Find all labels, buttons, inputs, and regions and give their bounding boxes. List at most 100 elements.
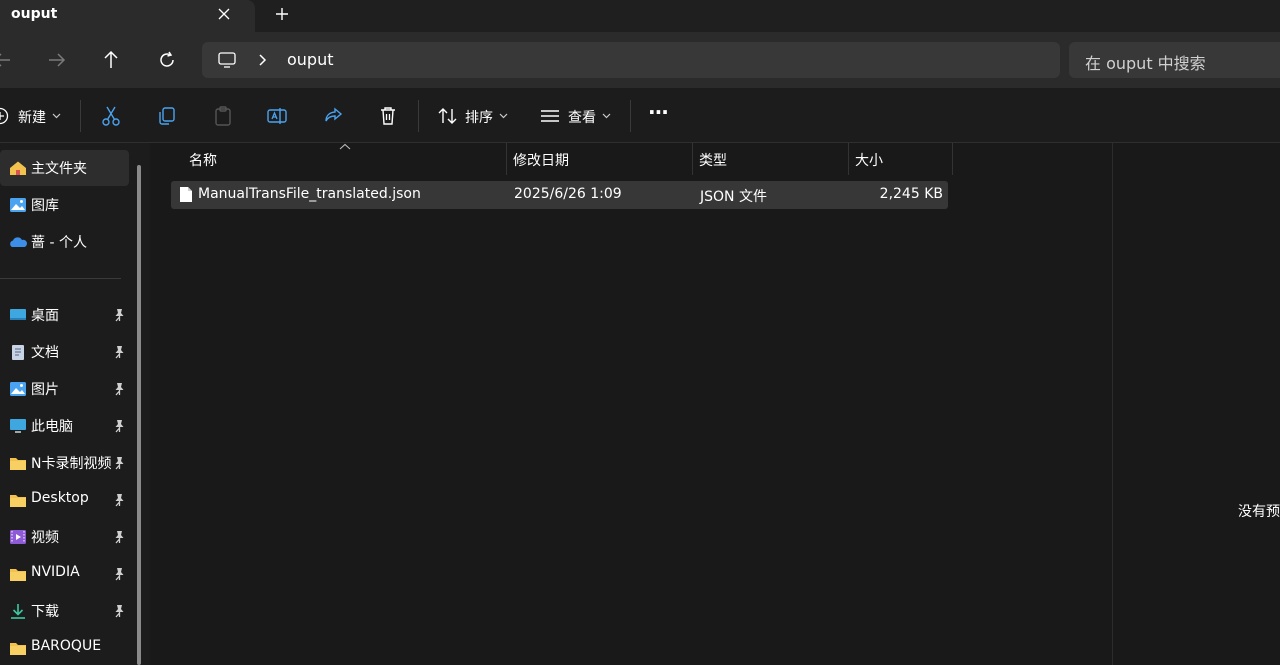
toolbar-separator [418,100,419,132]
column-header-name[interactable]: 名称 [189,150,217,170]
pin-icon[interactable] [113,567,125,581]
sidebar-item-label: 蔷 - 个人 [31,235,87,251]
view-list-icon [541,110,559,122]
arrow-right-icon[interactable] [45,48,69,72]
folder-icon [10,643,26,655]
title-bar: ouput [0,0,1280,32]
plus-icon[interactable] [272,4,292,24]
rename-icon[interactable] [266,105,288,127]
file-list-pane: 名称 修改日期 类型 大小 ManualTransFile_translated… [152,143,1112,665]
arrow-up-icon[interactable] [99,48,123,72]
file-modified-date: 2025/6/26 1:09 [514,186,622,202]
toolbar-separator [630,100,631,132]
cut-icon[interactable] [100,105,122,127]
onedrive-icon [10,237,27,247]
share-icon[interactable] [322,105,344,127]
folder-icon [10,569,26,581]
document-icon [12,345,24,360]
breadcrumb-ouput[interactable]: ouput [287,50,334,69]
sidebar-item-label: BAROQUE [31,638,102,654]
copy-icon[interactable] [156,105,178,127]
column-header-size[interactable]: 大小 [855,150,883,170]
sidebar-item[interactable]: 图库 [0,190,135,220]
no-preview-text: 没有预 [1238,504,1280,520]
refresh-icon[interactable] [155,48,179,72]
sidebar-item-label: 文档 [31,345,59,361]
column-header-type[interactable]: 类型 [699,150,727,170]
gallery-icon [10,198,26,212]
arrow-left-icon[interactable] [0,48,14,72]
sidebar-item-label: 桌面 [31,308,59,324]
pin-icon[interactable] [113,456,125,470]
navigation-pane: 主文件夹图库蔷 - 个人 桌面文档图片此电脑 N卡录制视频 Desktop 视频 NVID… [0,143,150,665]
view-label: 查看 [568,110,596,126]
table-row[interactable]: ManualTransFile_translated.json 2025/6/2… [171,181,948,209]
sidebar-item-label: 图片 [31,382,59,398]
sidebar-item[interactable]: 桌面 [0,300,135,330]
sidebar-item-label: 下载 [31,604,59,620]
column-header-modified[interactable]: 修改日期 [513,150,569,170]
sidebar-item-label: 视频 [31,530,59,546]
chevron-down-icon [52,113,61,119]
sidebar-item-label: 此电脑 [31,419,73,435]
plus-circle-icon [0,107,9,125]
folder-icon [10,458,26,470]
sort-icon [438,108,457,124]
file-icon [180,187,192,202]
sidebar-item-label: N卡录制视频 [31,456,112,472]
sidebar-item[interactable]: Desktop [0,485,135,515]
sidebar-item[interactable]: BAROQUE [0,633,135,663]
pin-icon[interactable] [113,308,125,322]
sidebar-item-label: NVIDIA [31,564,80,580]
tab-ouput[interactable]: ouput [0,0,255,32]
address-bar[interactable]: ouput [202,42,1060,78]
more-options-icon[interactable]: ··· [648,100,669,124]
home-icon [10,161,26,175]
videos-icon [10,530,26,544]
computer-icon[interactable] [218,51,236,69]
file-size: 2,245 KB [879,186,943,202]
pin-icon[interactable] [113,530,125,544]
search-placeholder: 在 ouput 中搜索 [1085,54,1206,73]
folder-icon [10,495,26,507]
sidebar-item[interactable]: N卡录制视频 [0,448,135,478]
sidebar-item[interactable]: 视频 [0,522,135,552]
column-divider[interactable] [952,143,953,175]
sidebar-item-label: 图库 [31,198,59,214]
preview-pane: 没有预 [1112,143,1280,665]
toolbar-separator [80,100,81,132]
search-input[interactable]: 在 ouput 中搜索 [1069,42,1280,78]
paste-icon[interactable] [212,105,234,127]
delete-icon[interactable] [377,105,399,127]
sidebar-item[interactable]: 蔷 - 个人 [0,227,135,257]
pin-icon[interactable] [113,604,125,618]
pin-icon[interactable] [113,493,125,507]
computer-icon [10,419,26,433]
close-icon[interactable] [214,4,234,24]
file-type: JSON 文件 [700,189,767,205]
pin-icon[interactable] [113,382,125,396]
sidebar-item[interactable]: 主文件夹 [0,153,135,183]
sidebar-item[interactable]: 此电脑 [0,411,135,441]
sidebar-divider [0,278,121,279]
new-label: 新建 [18,110,46,126]
chevron-down-icon [602,113,611,119]
sort-ascending-icon [339,143,351,150]
sidebar-item[interactable]: NVIDIA [0,559,135,589]
sidebar-item-label: Desktop [31,490,89,506]
column-divider[interactable] [848,143,849,175]
column-divider[interactable] [506,143,507,175]
scrollbar[interactable] [137,165,141,665]
pin-icon[interactable] [113,345,125,359]
sidebar-item-label: 主文件夹 [31,161,87,177]
sidebar-item[interactable]: 文档 [0,337,135,367]
chevron-down-icon [499,113,508,119]
chevron-right-icon[interactable] [257,53,267,67]
navigation-bar: ouput 在 ouput 中搜索 [0,32,1280,88]
column-divider[interactable] [692,143,693,175]
command-bar: 新建 排序 查看 ··· [0,88,1280,143]
sidebar-item[interactable]: 图片 [0,374,135,404]
pin-icon[interactable] [113,419,125,433]
sidebar-item[interactable]: 下载 [0,596,135,626]
sort-label: 排序 [465,110,493,126]
